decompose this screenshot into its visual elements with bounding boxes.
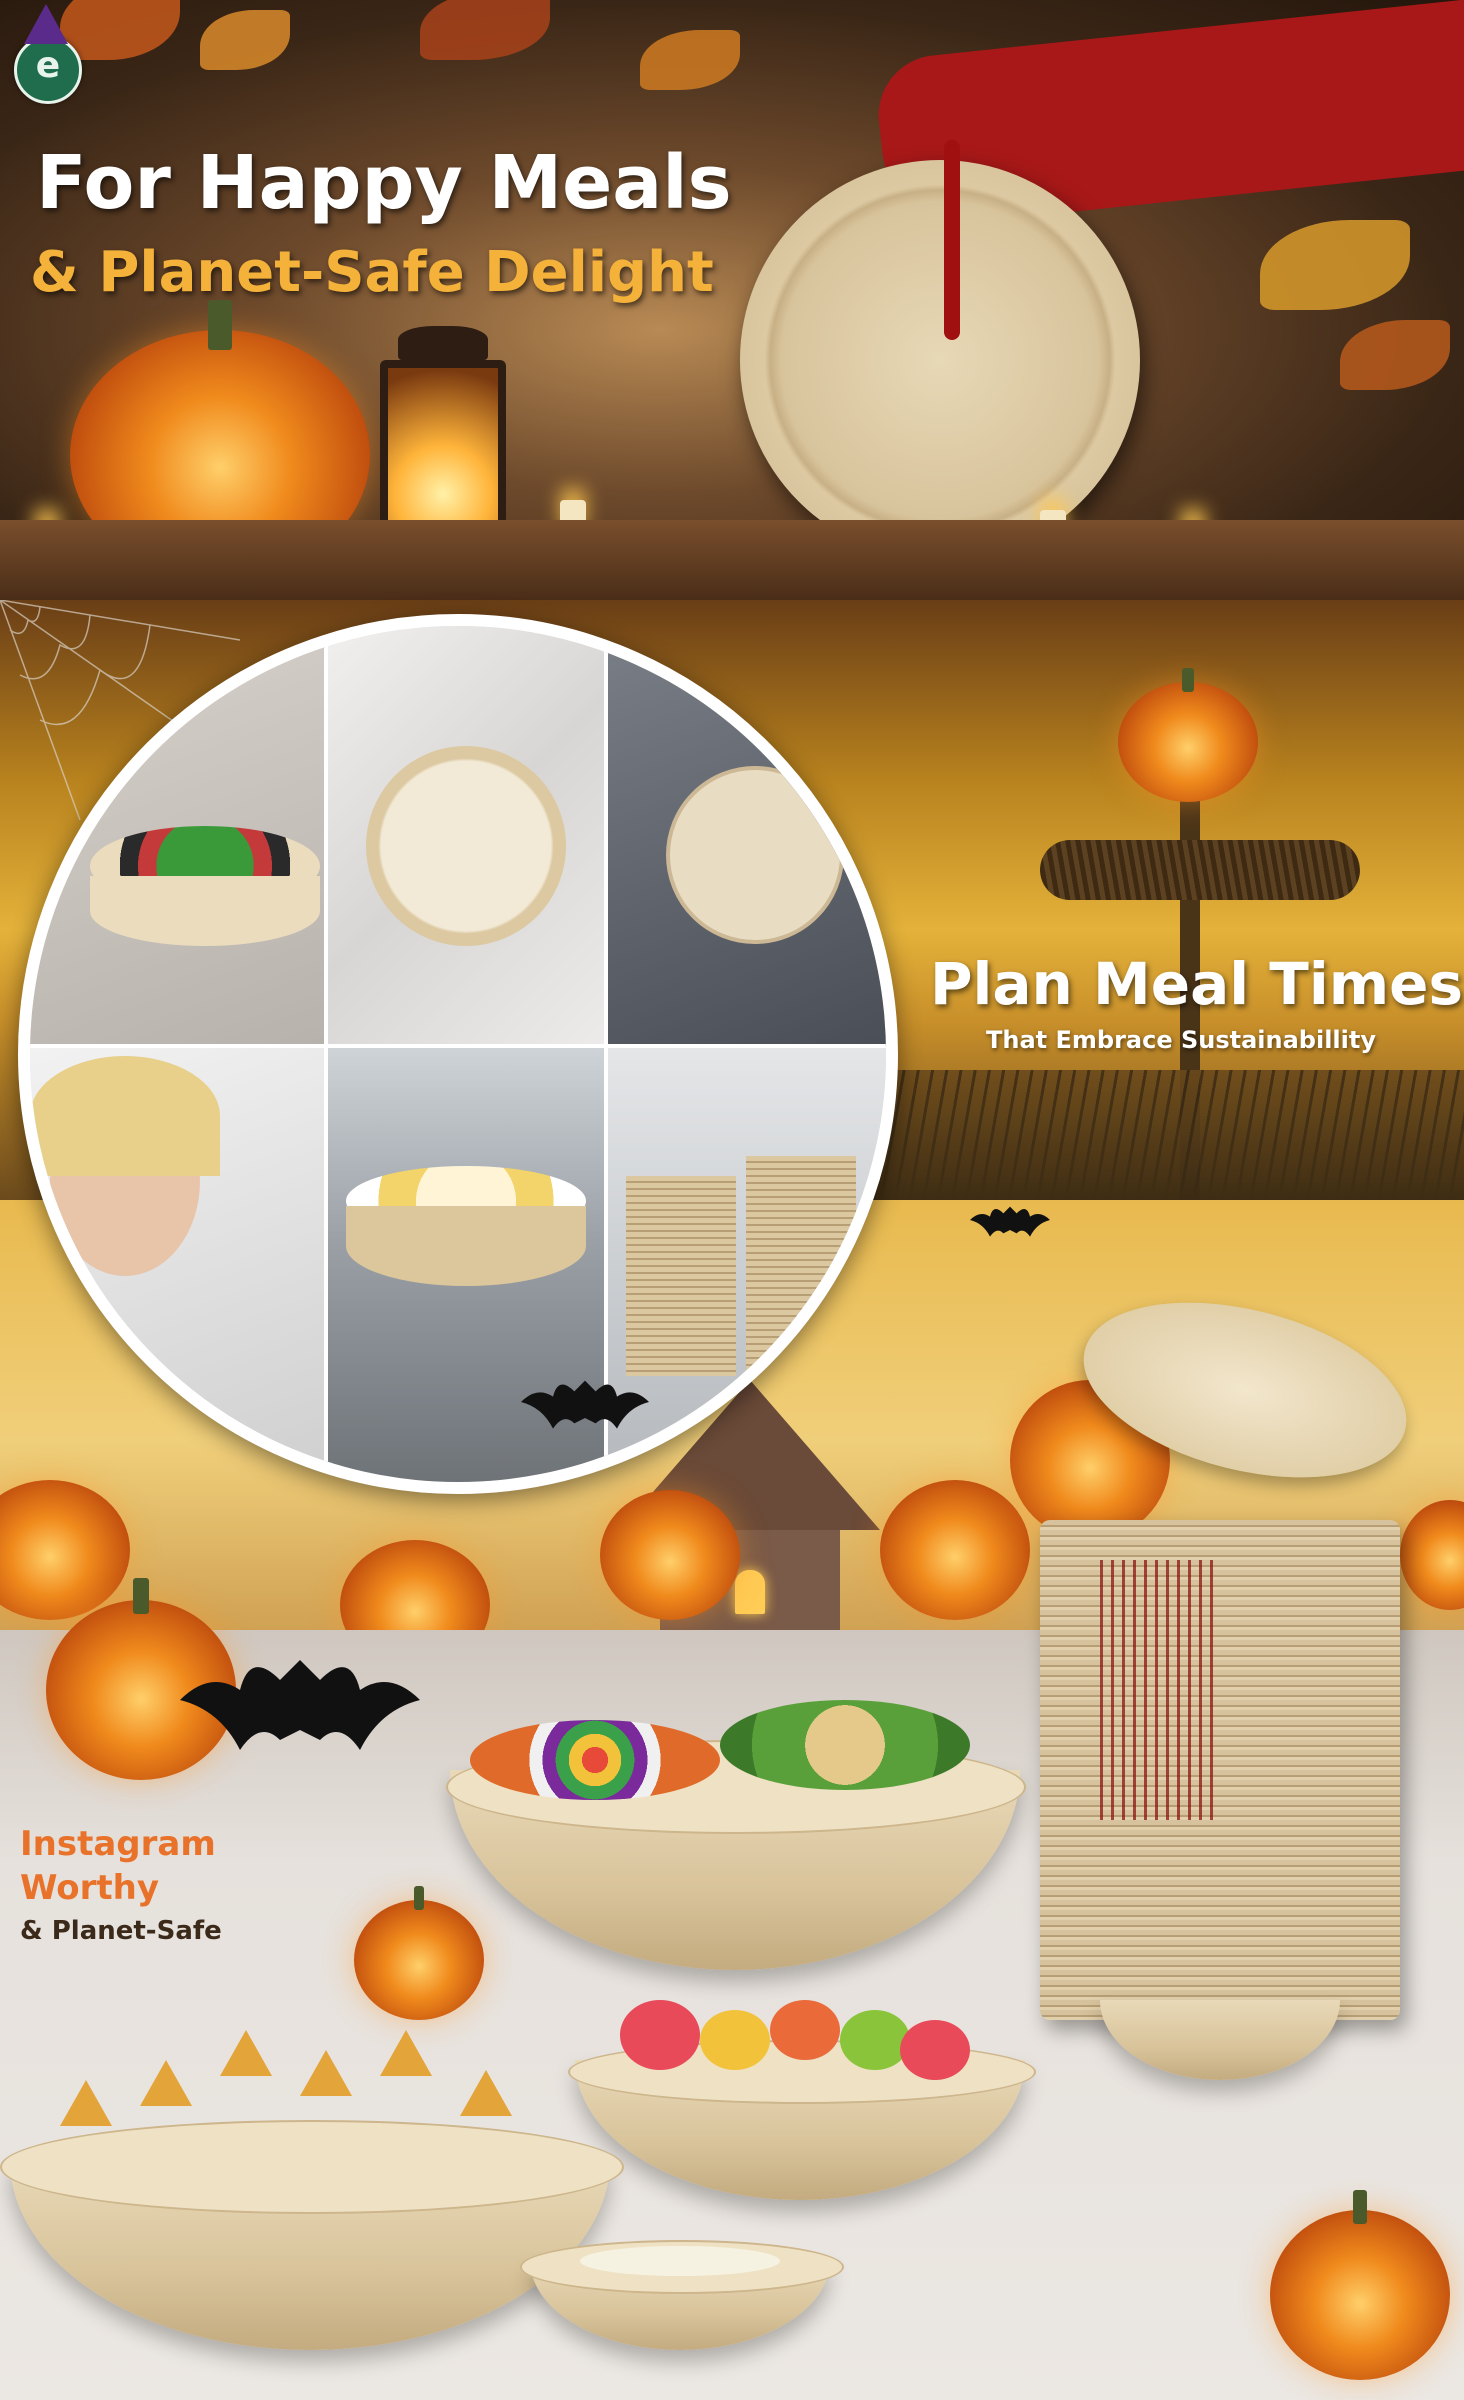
candy-mix <box>470 1720 720 1800</box>
tortilla-chip <box>380 2030 432 2076</box>
photo-woman-kitchen <box>30 1046 326 1482</box>
autumn-leaf <box>1340 320 1450 390</box>
headline-line2: & Planet-Safe Delight <box>30 240 714 305</box>
autumn-leaf <box>200 10 290 70</box>
section-title: Plan Meal Times <box>930 950 1464 1018</box>
gummy-candy <box>620 2000 700 2070</box>
photo-person-holding-plates <box>606 626 886 1046</box>
bowl <box>346 1206 586 1286</box>
house-window <box>735 1570 765 1614</box>
photo-soup-bowl <box>326 626 606 1046</box>
gummy-candy <box>770 2000 840 2060</box>
hero-section: e For Happy Meals & Planet-Safe Delight <box>0 0 1464 600</box>
pumpkin-icon <box>1400 1500 1464 1610</box>
gummy-candy <box>900 2020 970 2080</box>
pumpkin-icon <box>0 1480 130 1620</box>
photo-collage <box>18 614 898 1494</box>
wooden-table <box>0 520 1464 600</box>
quinoa-salad <box>720 1700 970 1790</box>
pumpkin-icon <box>880 1480 1030 1620</box>
pumpkin-icon <box>600 1490 740 1620</box>
logo-icon: e <box>14 36 82 104</box>
photo-salad-bowl <box>30 626 326 1046</box>
autumn-leaf <box>640 30 740 90</box>
hair <box>30 1056 220 1176</box>
product-banner: e For Happy Meals & Planet-Safe Delight <box>0 0 1464 2400</box>
pumpkin-stem <box>413 1885 425 1910</box>
dip-sauce <box>580 2246 780 2276</box>
blood-drip-icon <box>944 140 960 340</box>
bowl-rim <box>0 2120 624 2214</box>
bagasse-plate <box>740 160 1140 560</box>
soup <box>366 746 566 946</box>
headline-line1: For Happy Meals <box>36 140 732 226</box>
bowl-stack <box>746 1156 856 1376</box>
dry-grass <box>860 1070 1464 1200</box>
bat-icon <box>521 1380 649 1429</box>
collage-divider <box>30 1044 886 1048</box>
lantern-cap <box>398 326 488 360</box>
pumpkin-stem <box>1182 667 1194 692</box>
tortilla-chip <box>300 2050 352 2096</box>
tortilla-chip <box>140 2060 192 2106</box>
bowl-stack <box>1040 1520 1400 2020</box>
autumn-leaf <box>420 0 550 60</box>
bat-icon <box>970 1206 1050 1237</box>
cta-line3: & Planet-Safe <box>20 1916 222 1946</box>
pumpkin-stem <box>208 300 232 350</box>
pumpkin-stem <box>133 1578 149 1615</box>
bat-icon <box>180 1660 420 1750</box>
bowl-stack <box>626 1176 736 1376</box>
autumn-leaf <box>1260 220 1410 310</box>
tortilla-chip <box>220 2030 272 2076</box>
scarecrow-pumpkin-head-icon <box>1118 667 1258 802</box>
pumpkin-icon <box>1270 2189 1450 2380</box>
cta-line1: Instagram <box>20 1824 216 1864</box>
collage-divider <box>324 626 328 1482</box>
cta-line2: Worthy <box>20 1868 160 1908</box>
gummy-candy <box>700 2010 770 2070</box>
plate-pack <box>666 766 844 944</box>
gummy-candy <box>840 2010 910 2070</box>
collage-divider <box>604 626 608 1482</box>
pumpkin-icon <box>354 1885 484 2020</box>
pumpkin-stem <box>1352 2189 1368 2224</box>
tortilla-chip <box>60 2080 112 2126</box>
blood-drip-icon <box>1100 1560 1220 1820</box>
logo-letter: e <box>35 45 61 86</box>
tortilla-chip <box>460 2070 512 2116</box>
scarecrow-icon <box>1040 840 1360 900</box>
witch-hat-icon <box>24 4 68 44</box>
bowl <box>90 876 320 946</box>
section-subtitle: That Embrace Sustainabillity <box>986 1026 1376 1054</box>
